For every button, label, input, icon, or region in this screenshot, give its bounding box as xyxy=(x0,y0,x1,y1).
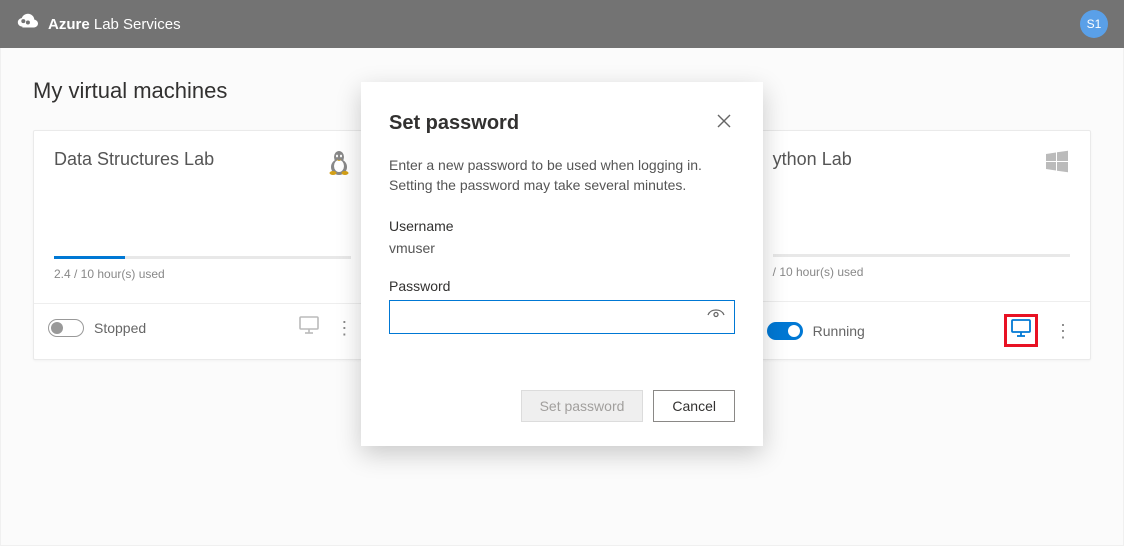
app-title-rest: Lab Services xyxy=(90,16,181,33)
vm-status-area: Stopped xyxy=(48,319,146,337)
usage-progress-fill xyxy=(54,256,125,259)
usage-text: 2.4 / 10 hour(s) used xyxy=(54,267,351,281)
set-password-button[interactable]: Set password xyxy=(521,390,644,422)
more-actions-icon[interactable]: ⋮ xyxy=(331,319,357,337)
username-value: vmuser xyxy=(389,240,735,256)
more-actions-icon[interactable]: ⋮ xyxy=(1050,322,1076,340)
cloud-icon xyxy=(16,11,38,38)
close-icon[interactable] xyxy=(713,110,735,137)
password-label: Password xyxy=(389,278,735,294)
usage-progress-bar xyxy=(54,256,351,259)
password-field-wrap xyxy=(389,300,735,334)
vm-card-title: ython Lab xyxy=(773,149,852,170)
username-label: Username xyxy=(389,218,735,234)
vm-card-header: Data Structures Lab xyxy=(34,131,371,196)
vm-status-text: Running xyxy=(813,323,865,339)
vm-power-toggle[interactable] xyxy=(767,322,803,340)
vm-card-footer: Running ⋮ xyxy=(753,301,1090,359)
connect-icon[interactable] xyxy=(299,316,319,339)
top-bar: Azure Lab Services S1 xyxy=(0,0,1124,48)
vm-card-title: Data Structures Lab xyxy=(54,149,214,170)
vm-card-actions: ⋮ xyxy=(1004,314,1076,347)
vm-power-toggle[interactable] xyxy=(48,319,84,337)
vm-card-body: / 10 hour(s) used xyxy=(753,254,1090,301)
vm-card: Data Structures Lab xyxy=(33,130,372,360)
vm-card-footer: Stopped ⋮ xyxy=(34,303,371,351)
dialog-actions: Set password Cancel xyxy=(389,390,735,422)
callout-highlight xyxy=(1004,314,1038,347)
vm-card: ython Lab / 10 hour(s) used xyxy=(752,130,1091,360)
app-title-bold: Azure xyxy=(48,16,90,33)
usage-progress-bar xyxy=(773,254,1070,257)
dialog-description: Enter a new password to be used when log… xyxy=(389,155,735,196)
password-input[interactable] xyxy=(389,300,735,334)
usage-text: / 10 hour(s) used xyxy=(773,265,1070,279)
vm-card-actions: ⋮ xyxy=(299,316,357,339)
vm-card-header: ython Lab xyxy=(753,131,1090,194)
vm-card-body: 2.4 / 10 hour(s) used xyxy=(34,256,371,303)
brand-area: Azure Lab Services xyxy=(16,11,181,38)
app-title: Azure Lab Services xyxy=(48,16,181,33)
reveal-password-icon[interactable] xyxy=(707,308,725,326)
connect-icon[interactable] xyxy=(1011,319,1031,342)
dialog-title: Set password xyxy=(389,112,519,135)
linux-icon xyxy=(327,149,351,182)
cancel-button[interactable]: Cancel xyxy=(653,390,735,422)
user-avatar[interactable]: S1 xyxy=(1080,10,1108,38)
vm-status-text: Stopped xyxy=(94,320,146,336)
windows-icon xyxy=(1044,149,1070,180)
set-password-dialog: Set password Enter a new password to be … xyxy=(361,82,763,446)
dialog-header: Set password xyxy=(389,110,735,137)
vm-status-area: Running xyxy=(767,322,865,340)
